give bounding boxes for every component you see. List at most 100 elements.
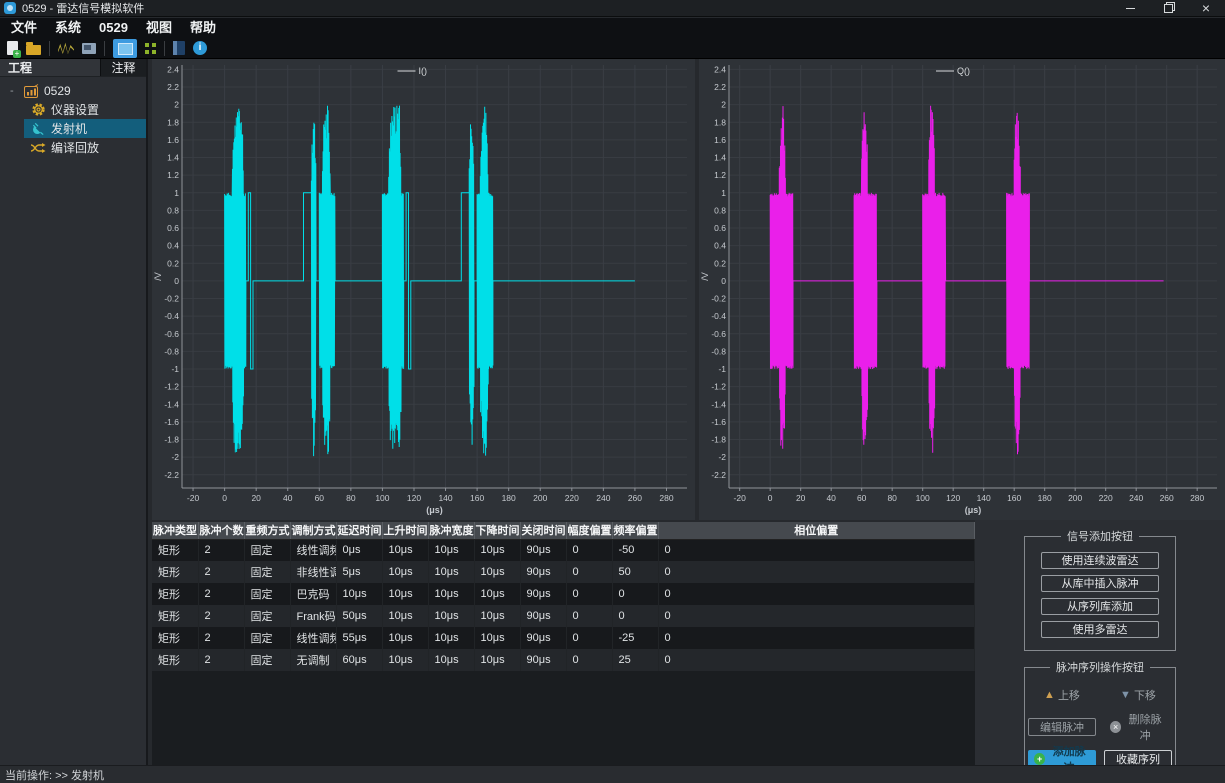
waveform-icon[interactable]	[58, 42, 74, 54]
svg-text:-1.2: -1.2	[711, 382, 726, 392]
minimize-button[interactable]	[1111, 0, 1149, 17]
tree-item-transmitter[interactable]: 发射机	[24, 119, 146, 138]
use-multi-radar-button[interactable]: 使用多雷达	[1041, 621, 1159, 638]
svg-text:-0.2: -0.2	[711, 294, 726, 304]
menu-item-system[interactable]: 系统	[46, 18, 90, 38]
column-header-0[interactable]: 脉冲类型	[152, 522, 198, 539]
open-folder-icon[interactable]	[26, 45, 41, 55]
table-row[interactable]: 矩形2固定Frank码50μs10μs10μs10μs90μs000	[152, 605, 975, 627]
table-cell: 0	[658, 649, 975, 671]
menu-item-help[interactable]: 帮助	[181, 18, 225, 38]
table-cell: 2	[198, 627, 244, 649]
table-row[interactable]: 矩形2固定巴克码10μs10μs10μs10μs90μs000	[152, 583, 975, 605]
svg-text:40: 40	[826, 493, 836, 503]
column-header-3[interactable]: 调制方式	[290, 522, 336, 539]
tree-item-compile-playback[interactable]: 编译回放	[24, 138, 146, 157]
circle-plus-icon: +	[1034, 753, 1045, 765]
tree-item-instrument-settings[interactable]: 仪器设置	[24, 100, 146, 119]
table-row[interactable]: 矩形2固定无调制60μs10μs10μs10μs90μs0250	[152, 649, 975, 671]
delete-pulse-button[interactable]: ×删除脉冲	[1104, 718, 1172, 736]
svg-text:2: 2	[174, 100, 179, 110]
insert-pulse-from-library-button[interactable]: 从库中插入脉冲	[1041, 575, 1159, 592]
tree-item-root[interactable]: -0529	[0, 81, 146, 100]
column-header-5[interactable]: 上升时间	[382, 522, 428, 539]
circle-x-icon: ×	[1110, 721, 1121, 733]
table-cell: 10μs	[428, 583, 474, 605]
svg-text:0: 0	[222, 493, 227, 503]
grid-dots-icon[interactable]	[145, 43, 156, 54]
table-cell: 10μs	[474, 649, 520, 671]
table-cell: 2	[198, 539, 244, 561]
status-text: 当前操作: >> 发射机	[5, 767, 104, 783]
restore-button[interactable]	[1149, 0, 1187, 17]
column-header-7[interactable]: 下降时间	[474, 522, 520, 539]
app-logo-icon	[4, 2, 16, 14]
waveform-plot: 2.42.221.81.61.41.210.80.60.40.20-0.2-0.…	[699, 59, 1225, 520]
table-row[interactable]: 矩形2固定线性调频55μs10μs10μs10μs90μs0-250	[152, 627, 975, 649]
table-cell: 10μs	[428, 539, 474, 561]
table-cell: 固定	[244, 605, 290, 627]
svg-text:60: 60	[857, 493, 867, 503]
svg-text:1.4: 1.4	[167, 153, 179, 163]
svg-text:200: 200	[533, 493, 547, 503]
table-cell: 固定	[244, 561, 290, 583]
table-cell: 非线性调频	[290, 561, 336, 583]
table-cell: 0	[566, 605, 612, 627]
table-cell: 10μs	[474, 539, 520, 561]
table-cell: 90μs	[520, 627, 566, 649]
column-header-1[interactable]: 脉冲个数	[198, 522, 244, 539]
menu-item-0529[interactable]: 0529	[90, 18, 137, 38]
add-from-sequence-library-button[interactable]: 从序列库添加	[1041, 598, 1159, 615]
tree-expander-icon[interactable]: -	[10, 85, 18, 97]
table-cell: 0μs	[336, 539, 382, 561]
move-down-button[interactable]: ▼下移	[1104, 686, 1172, 704]
svg-text:0.2: 0.2	[167, 258, 179, 268]
menu-item-file[interactable]: 文件	[2, 18, 46, 38]
svg-text:2.4: 2.4	[167, 64, 179, 74]
tab-notes[interactable]: 注释	[100, 59, 146, 76]
column-header-11[interactable]: 相位偏置	[658, 522, 975, 539]
table-row[interactable]: 矩形2固定非线性调频5μs10μs10μs10μs90μs0500	[152, 561, 975, 583]
column-header-9[interactable]: 幅度偏置	[566, 522, 612, 539]
waveform-plot: 2.42.221.81.61.41.210.80.60.40.20-0.2-0.…	[152, 59, 695, 520]
svg-text:1.6: 1.6	[714, 135, 726, 145]
table-cell: 10μs	[382, 605, 428, 627]
notebook-icon[interactable]	[173, 41, 185, 55]
menu-item-view[interactable]: 视图	[137, 18, 181, 38]
move-up-button[interactable]: ▲上移	[1028, 686, 1096, 704]
panel-active-icon[interactable]	[113, 39, 137, 58]
svg-text:60: 60	[315, 493, 325, 503]
tab-project[interactable]: 工程	[0, 59, 100, 76]
screenshot-monitor-icon[interactable]	[82, 43, 96, 54]
delete-pulse-label: 删除脉冲	[1124, 711, 1166, 743]
svg-text:(μs): (μs)	[965, 505, 982, 515]
svg-text:0: 0	[768, 493, 773, 503]
column-header-10[interactable]: 频率偏置	[612, 522, 658, 539]
table-row[interactable]: 矩形2固定线性调频0μs10μs10μs10μs90μs0-500	[152, 539, 975, 561]
svg-text:1.2: 1.2	[167, 170, 179, 180]
column-header-6[interactable]: 脉冲宽度	[428, 522, 474, 539]
svg-text:1.6: 1.6	[167, 135, 179, 145]
window-title: 0529 - 雷达信号模拟软件	[22, 0, 144, 16]
new-file-icon[interactable]	[7, 41, 18, 55]
table-cell: 10μs	[382, 561, 428, 583]
table-cell: 0	[566, 561, 612, 583]
info-icon[interactable]	[193, 41, 207, 55]
column-header-2[interactable]: 重频方式	[244, 522, 290, 539]
column-header-8[interactable]: 关闭时间	[520, 522, 566, 539]
table-cell: 固定	[244, 583, 290, 605]
column-header-4[interactable]: 延迟时间	[336, 522, 382, 539]
edit-pulse-button[interactable]: 编辑脉冲	[1028, 718, 1096, 736]
close-button[interactable]: ×	[1187, 0, 1225, 17]
table-cell: 0	[566, 627, 612, 649]
gear-icon	[30, 102, 46, 118]
pulse-ops-group-title: 脉冲序列操作按钮	[1050, 659, 1150, 675]
table-cell: 90μs	[520, 561, 566, 583]
table-cell: 90μs	[520, 605, 566, 627]
use-cw-radar-button[interactable]: 使用连续波雷达	[1041, 552, 1159, 569]
table-cell: 10μs	[382, 627, 428, 649]
table-cell: 5μs	[336, 561, 382, 583]
table-cell: 90μs	[520, 649, 566, 671]
table-cell: 线性调频	[290, 627, 336, 649]
table-cell: 50μs	[336, 605, 382, 627]
